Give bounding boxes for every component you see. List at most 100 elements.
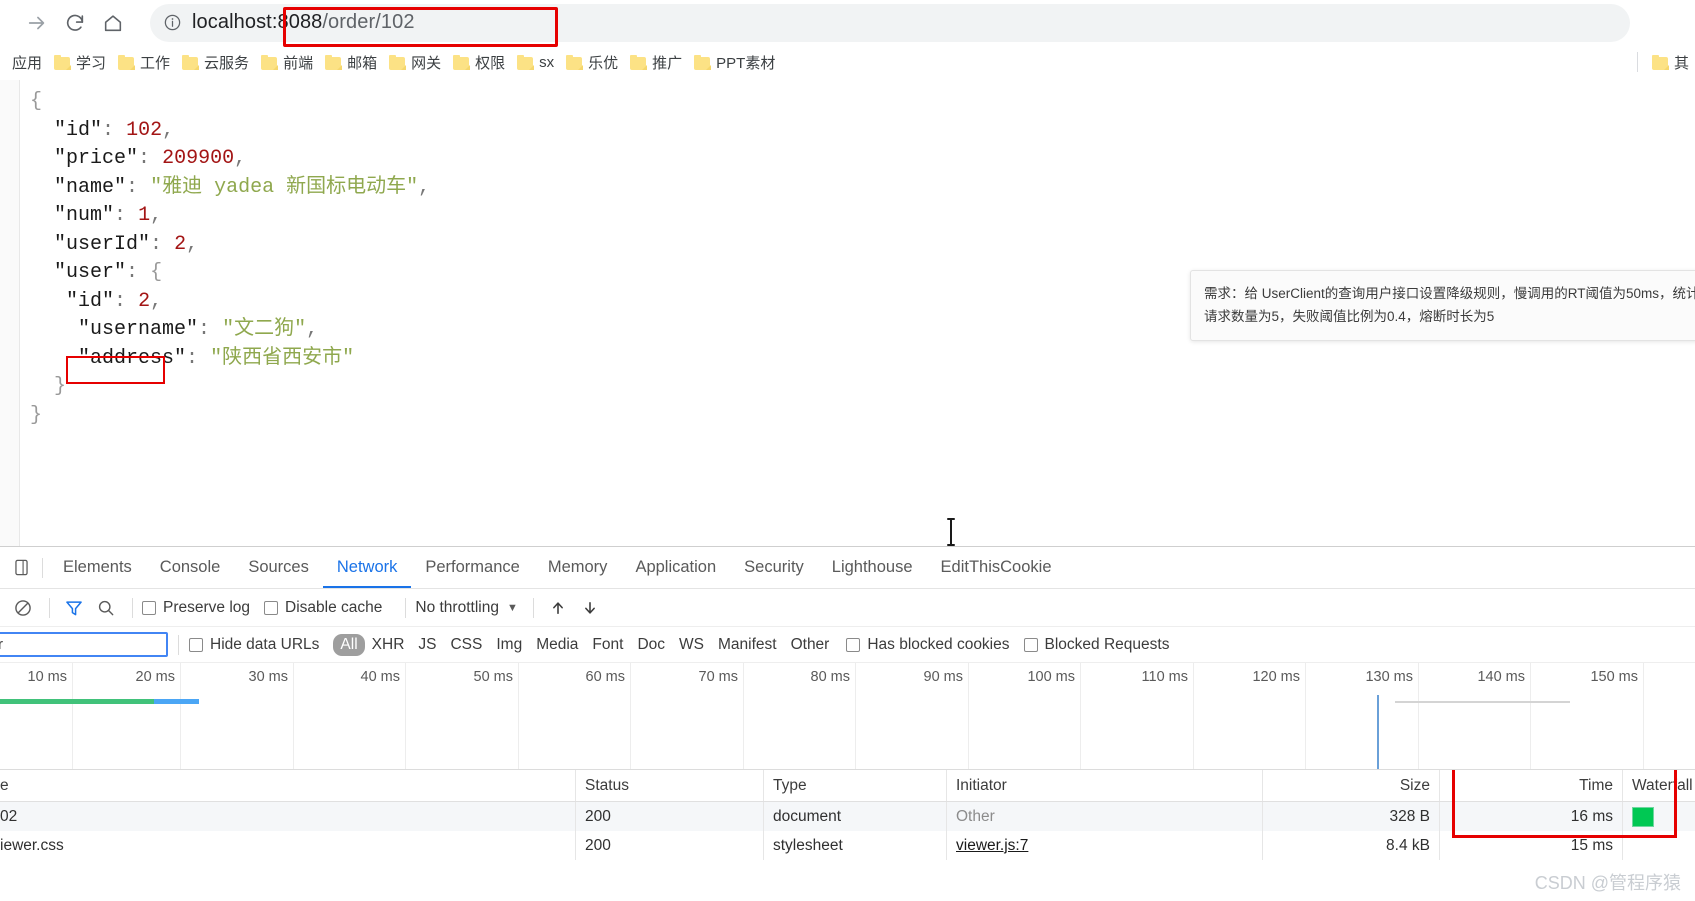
json-line-10: } <box>30 373 430 402</box>
bookmark-item-5[interactable]: 网关 <box>383 48 447 76</box>
resource-type-other[interactable]: Other <box>784 634 837 656</box>
info-circle-icon[interactable] <box>160 11 184 35</box>
resource-type-font[interactable]: Font <box>585 634 630 656</box>
resource-type-js[interactable]: JS <box>411 634 443 656</box>
tab-console[interactable]: Console <box>146 547 235 588</box>
bookmark-label: 乐优 <box>588 52 618 73</box>
folder-icon <box>325 55 342 70</box>
devtools-panel: Elements Console Sources Network Perform… <box>0 546 1695 901</box>
column-header-name[interactable]: e <box>0 770 576 801</box>
dock-panel-icon[interactable] <box>6 553 36 583</box>
bookmark-item-7[interactable]: sx <box>511 48 560 76</box>
toolbar-divider <box>533 598 534 618</box>
bookmarks-overflow-area: 其 <box>1629 45 1695 79</box>
chevron-down-icon[interactable]: ▼ <box>507 602 518 614</box>
resource-type-media[interactable]: Media <box>529 634 585 656</box>
tab-lighthouse[interactable]: Lighthouse <box>818 547 927 588</box>
timeline-tick-label: 50 ms <box>474 669 519 685</box>
bookmark-apps[interactable]: 应用 <box>6 48 48 76</box>
column-header-type[interactable]: Type <box>764 770 947 801</box>
folder-icon <box>261 55 278 70</box>
tab-security[interactable]: Security <box>730 547 818 588</box>
tab-network[interactable]: Network <box>323 547 412 588</box>
bookmark-label: 网关 <box>411 52 441 73</box>
checkbox-box <box>264 601 278 615</box>
resource-type-css[interactable]: CSS <box>443 634 489 656</box>
requirement-note-popup: 需求：给 UserClient的查询用户接口设置降级规则，慢调用的RT阈值为50… <box>1190 270 1695 341</box>
timeline-tick-label: 150 ms <box>1590 669 1643 685</box>
resource-type-doc[interactable]: Doc <box>630 634 672 656</box>
column-header-time[interactable]: Time <box>1440 770 1623 801</box>
home-button[interactable] <box>94 4 132 42</box>
cell-name: iewer.css <box>0 831 576 860</box>
bookmark-item-9[interactable]: 推广 <box>624 48 688 76</box>
preserve-log-checkbox[interactable]: Preserve log <box>142 599 250 617</box>
resource-type-ws[interactable]: WS <box>672 634 711 656</box>
bookmark-item-6[interactable]: 权限 <box>447 48 511 76</box>
json-response-body: { "id": 102, "price": 209900, "name": "雅… <box>30 88 430 430</box>
bookmark-item-10[interactable]: PPT素材 <box>688 48 781 76</box>
bookmark-item-0[interactable]: 学习 <box>48 48 112 76</box>
column-header-waterfall[interactable]: Waterfall <box>1623 770 1695 801</box>
cell-size: 328 B <box>1263 802 1440 831</box>
checkbox-box <box>189 638 203 652</box>
filter-funnel-icon[interactable] <box>59 593 89 623</box>
resource-type-manifest[interactable]: Manifest <box>711 634 784 656</box>
tab-elements[interactable]: Elements <box>49 547 146 588</box>
bookmark-item-1[interactable]: 工作 <box>112 48 176 76</box>
table-row[interactable]: 02 200 document Other 328 B 16 ms <box>0 802 1695 831</box>
clear-circle-slash-icon[interactable] <box>8 593 38 623</box>
upload-arrow-icon[interactable] <box>543 593 573 623</box>
bookmark-item-4[interactable]: 邮箱 <box>319 48 383 76</box>
omnibox-container: localhost:8088/order/102 <box>150 4 1695 42</box>
address-bar[interactable]: localhost:8088/order/102 <box>150 4 1630 42</box>
filter-input[interactable] <box>0 632 168 657</box>
tab-application[interactable]: Application <box>621 547 730 588</box>
throttling-select-value[interactable]: No throttling <box>415 599 499 617</box>
column-header-initiator[interactable]: Initiator <box>947 770 1263 801</box>
network-toolbar: Preserve log Disable cache No throttling… <box>0 589 1695 627</box>
forward-button[interactable] <box>18 4 56 42</box>
initiator-link[interactable]: viewer.js:7 <box>956 837 1028 855</box>
resource-type-img[interactable]: Img <box>489 634 529 656</box>
tab-memory[interactable]: Memory <box>534 547 622 588</box>
resource-type-xhr[interactable]: XHR <box>365 634 412 656</box>
bookmark-item-8[interactable]: 乐优 <box>560 48 624 76</box>
network-request-table: e Status Type Initiator Size Time Waterf… <box>0 770 1695 901</box>
toolbar-divider <box>132 598 133 618</box>
overview-idle-line <box>1395 701 1570 703</box>
hide-data-urls-label: Hide data URLs <box>210 636 319 654</box>
network-timeline-overview[interactable]: 10 ms 20 ms 30 ms 40 ms 50 ms 60 ms 70 m… <box>0 663 1695 770</box>
hide-data-urls-checkbox[interactable]: Hide data URLs <box>189 636 319 654</box>
search-icon[interactable] <box>91 593 121 623</box>
json-line-1: "id": 102, <box>30 117 430 146</box>
tab-sources[interactable]: Sources <box>234 547 323 588</box>
folder-icon <box>1652 55 1669 70</box>
has-blocked-cookies-checkbox[interactable]: Has blocked cookies <box>846 636 1009 654</box>
disable-cache-checkbox[interactable]: Disable cache <box>264 599 382 617</box>
dom-content-loaded-marker <box>1377 695 1379 769</box>
timeline-tick-label: 120 ms <box>1252 669 1305 685</box>
bookmark-item-overflow[interactable]: 其 <box>1646 48 1695 76</box>
bookmark-item-3[interactable]: 前端 <box>255 48 319 76</box>
tab-performance[interactable]: Performance <box>411 547 533 588</box>
cell-initiator: viewer.js:7 <box>947 831 1263 860</box>
url-text: localhost:8088/order/102 <box>192 11 415 34</box>
bookmark-label: 权限 <box>475 52 505 73</box>
column-header-status[interactable]: Status <box>576 770 764 801</box>
reload-button[interactable] <box>56 4 94 42</box>
resource-type-all[interactable]: All <box>333 634 364 656</box>
timeline-tick-label: 30 ms <box>249 669 294 685</box>
folder-icon <box>566 55 583 70</box>
note-line-1: 需求：给 UserClient的查询用户接口设置降级规则，慢调用的RT阈值为50… <box>1204 282 1695 305</box>
json-gutter <box>0 80 20 546</box>
bookmark-item-2[interactable]: 云服务 <box>176 48 255 76</box>
checkbox-box <box>846 638 860 652</box>
bookmark-label: 其 <box>1674 52 1689 73</box>
table-row[interactable]: iewer.css 200 stylesheet viewer.js:7 8.4… <box>0 831 1695 860</box>
download-arrow-icon[interactable] <box>575 593 605 623</box>
blocked-requests-checkbox[interactable]: Blocked Requests <box>1024 636 1170 654</box>
column-header-size[interactable]: Size <box>1263 770 1440 801</box>
tab-editthiscookie[interactable]: EditThisCookie <box>927 547 1066 588</box>
checkbox-box <box>1024 638 1038 652</box>
